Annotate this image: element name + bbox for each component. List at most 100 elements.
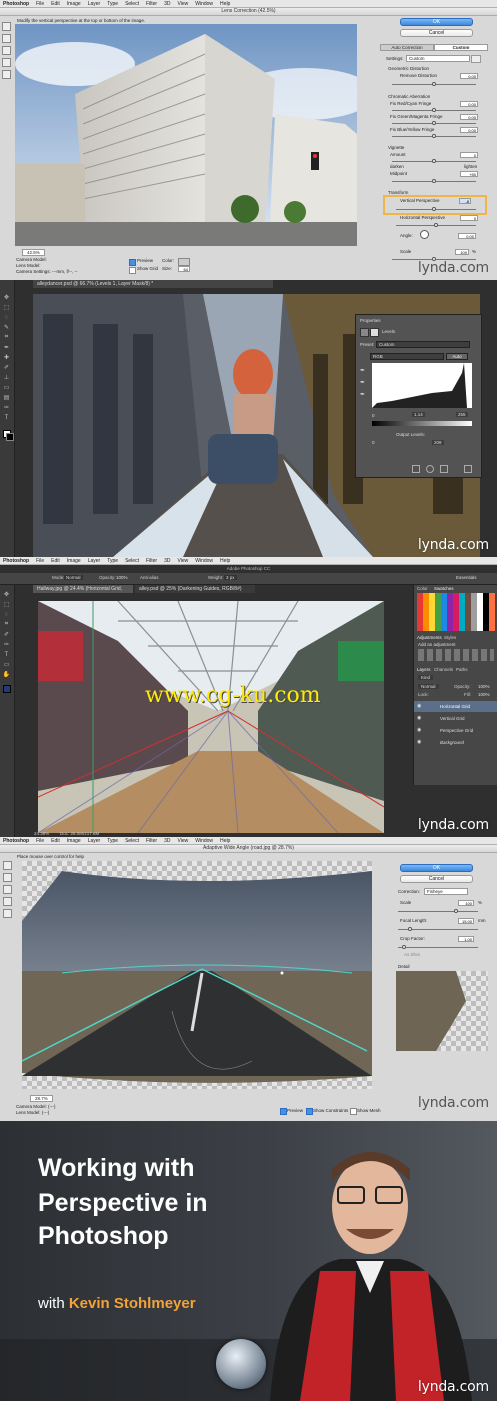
visibility-eye-icon[interactable]: ◉ <box>417 715 421 721</box>
layer-row[interactable]: ◉ Vertical Grid <box>414 713 497 724</box>
menu-help[interactable]: Help <box>220 1 230 7</box>
tab-paths[interactable]: Paths <box>456 667 468 672</box>
midpoint-field[interactable]: +50 <box>460 171 478 177</box>
tab-adjustments[interactable]: Adjustments <box>417 635 442 640</box>
cancel-button-4[interactable]: Cancel <box>400 875 473 883</box>
lasso-tool-icon-3[interactable]: ◌ <box>2 611 11 618</box>
hand-tool-icon-3[interactable]: ✋ <box>2 671 11 678</box>
opacity-field[interactable]: 100% <box>116 575 128 580</box>
zoom-tool-icon[interactable] <box>2 70 11 79</box>
output-black-field[interactable]: 0 <box>372 440 375 445</box>
menu-help-3[interactable]: Help <box>220 558 230 564</box>
clip-icon[interactable] <box>412 465 420 473</box>
move-tool-icon-3[interactable]: ✥ <box>2 591 11 598</box>
menu-3d-4[interactable]: 3D <box>164 838 170 844</box>
doc-tab[interactable]: alleydancer.psd @ 66.7% (Levels 1, Layer… <box>33 280 273 288</box>
stamp-tool-icon[interactable]: ⊥ <box>2 374 11 381</box>
visibility-eye-icon[interactable]: ◉ <box>417 703 421 709</box>
preview-canvas[interactable] <box>15 24 357 246</box>
input-white-field[interactable]: 255 <box>456 412 468 417</box>
menu-edit-3[interactable]: Edit <box>51 558 60 564</box>
menu-file[interactable]: File <box>36 1 44 7</box>
fix-red-slider[interactable] <box>392 108 476 112</box>
tab-color[interactable]: Color <box>417 586 428 591</box>
ok-button-4[interactable]: OK <box>400 864 473 872</box>
cancel-button[interactable]: Cancel <box>400 29 473 37</box>
amount-field[interactable]: 0 <box>460 152 478 158</box>
move-tool-icon-4[interactable] <box>3 885 12 894</box>
layer-row[interactable]: ◉ Horizontal Grid <box>414 701 497 712</box>
weight-field[interactable]: 3 px <box>224 575 237 580</box>
visibility-eye-icon[interactable]: ◉ <box>417 727 421 733</box>
mode-select[interactable]: Normal <box>64 575 83 580</box>
menu-image-3[interactable]: Image <box>67 558 81 564</box>
menu-filter[interactable]: Filter <box>146 1 157 7</box>
grid-color-swatch[interactable] <box>178 258 190 266</box>
menu-type[interactable]: Type <box>107 1 118 7</box>
anti-alias-label[interactable]: Anti-alias <box>140 575 159 580</box>
output-white-field[interactable]: 209 <box>432 440 444 445</box>
reset-icon[interactable] <box>440 465 448 473</box>
menu-file-4[interactable]: File <box>36 838 44 844</box>
horizontal-perspective-slider[interactable] <box>396 223 476 227</box>
amount-slider[interactable] <box>392 159 476 163</box>
visibility-eye-icon[interactable] <box>426 465 434 473</box>
channel-select[interactable]: RGB <box>370 353 444 360</box>
tab-swatches[interactable]: Swatches <box>434 586 454 591</box>
adjustment-icons[interactable] <box>418 649 494 661</box>
fix-red-field[interactable]: 0.00 <box>460 101 478 107</box>
menu-select-4[interactable]: Select <box>125 838 139 844</box>
marquee-tool-icon[interactable]: ⬚ <box>2 304 11 311</box>
background-color-swatch[interactable] <box>6 433 14 441</box>
focal-length-field[interactable]: 15.00 <box>458 918 474 924</box>
constraint-tool-icon[interactable] <box>3 861 12 870</box>
menu-view-3[interactable]: View <box>178 558 189 564</box>
layer-opacity-field[interactable]: 100% <box>478 684 490 689</box>
crop-factor-field[interactable]: 1.00 <box>458 936 474 942</box>
hallway-canvas[interactable] <box>38 601 384 833</box>
angle-dial-icon[interactable] <box>420 230 429 239</box>
foreground-color-swatch-3[interactable] <box>3 685 11 693</box>
input-mid-field[interactable]: 1.14 <box>412 412 425 417</box>
move-grid-tool-icon[interactable] <box>2 46 11 55</box>
pen-tool-icon-3[interactable]: ✑ <box>2 641 11 648</box>
wide-angle-canvas[interactable] <box>22 861 372 1089</box>
trash-icon[interactable] <box>464 465 472 473</box>
healing-tool-icon[interactable]: ✚ <box>2 354 11 361</box>
tab-auto-correction[interactable]: Auto Correction <box>380 44 434 51</box>
menu-help-4[interactable]: Help <box>220 838 230 844</box>
menu-filter-4[interactable]: Filter <box>146 838 157 844</box>
menu-select-3[interactable]: Select <box>125 558 139 564</box>
correction-select[interactable]: Fisheye <box>424 888 468 895</box>
eyedropper-black-icon[interactable]: ✒ <box>360 367 365 374</box>
remove-distortion-tool-icon[interactable] <box>2 22 11 31</box>
shape-tool-icon-3[interactable]: ▭ <box>2 661 11 668</box>
menu-3d[interactable]: 3D <box>164 1 170 7</box>
tab-layers[interactable]: Layers <box>417 667 431 672</box>
fix-blue-field[interactable]: 0.00 <box>460 127 478 133</box>
remove-distortion-slider[interactable] <box>392 82 476 86</box>
angle-field[interactable]: 0.00 <box>458 233 476 239</box>
swatches-grid[interactable] <box>417 593 495 631</box>
preset-select[interactable]: Custom <box>376 341 470 348</box>
scale-slider-4[interactable] <box>398 909 478 913</box>
preview-checkbox[interactable] <box>129 259 136 266</box>
menu-layer-4[interactable]: Layer <box>88 838 101 844</box>
fill-field[interactable]: 100% <box>478 692 490 697</box>
eyedropper-gray-icon[interactable]: ✒ <box>360 379 365 386</box>
menu-app-3[interactable]: Photoshop <box>3 558 29 564</box>
vertical-perspective-slider[interactable] <box>396 207 476 211</box>
menu-type-4[interactable]: Type <box>107 838 118 844</box>
doc-tab-hallway[interactable]: Hallway.jpg @ 24.4% (Horizontal Grid, RG… <box>33 585 133 593</box>
show-constraints-checkbox[interactable] <box>306 1108 313 1115</box>
eraser-tool-icon[interactable]: ▭ <box>2 384 11 391</box>
menu-app-4[interactable]: Photoshop <box>3 838 29 844</box>
midpoint-slider[interactable] <box>392 179 476 183</box>
menu-filter-3[interactable]: Filter <box>146 558 157 564</box>
crop-tool-icon[interactable]: ⌗ <box>2 334 11 341</box>
preview-checkbox-4[interactable] <box>280 1108 287 1115</box>
menu-window-4[interactable]: Window <box>195 838 213 844</box>
settings-menu-icon[interactable] <box>471 55 481 63</box>
zoom-level-4[interactable]: 28.7% <box>30 1095 53 1102</box>
remove-distortion-field[interactable]: 0.00 <box>460 73 478 79</box>
